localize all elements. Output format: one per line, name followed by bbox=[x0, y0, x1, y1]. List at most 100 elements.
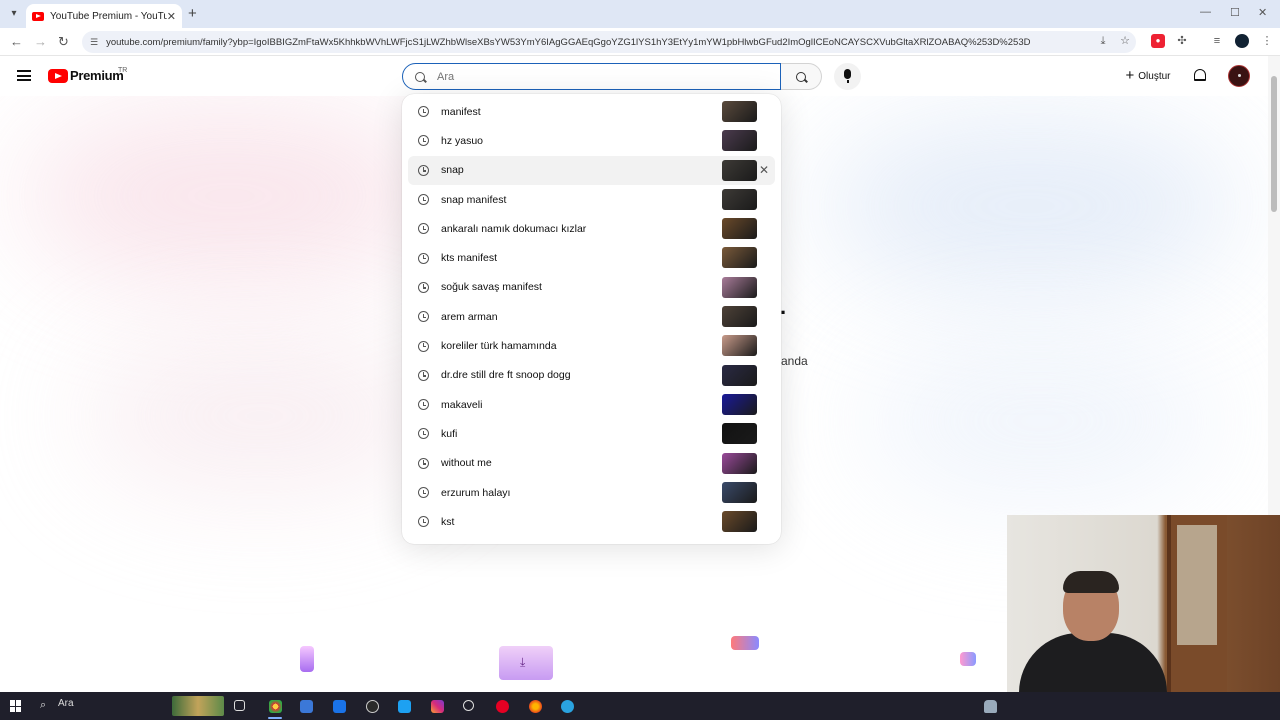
suggestion-item[interactable]: koreliler türk hamamında bbox=[402, 331, 781, 360]
maximize-icon[interactable]: ☐ bbox=[1230, 6, 1240, 19]
suggestion-thumbnail[interactable] bbox=[722, 452, 757, 474]
calendar-app-icon[interactable] bbox=[300, 700, 313, 713]
pinterest-icon[interactable] bbox=[496, 700, 509, 713]
gradient-blob bbox=[820, 116, 1240, 296]
history-icon bbox=[418, 252, 429, 264]
chatgpt-icon[interactable] bbox=[463, 700, 474, 711]
install-app-icon[interactable]: ⤓ bbox=[1096, 34, 1110, 48]
notifications-bell-icon[interactable] bbox=[1194, 69, 1206, 81]
suggestion-item[interactable]: kts manifest bbox=[402, 243, 781, 272]
bookmark-star-icon[interactable]: ☆ bbox=[1118, 34, 1132, 48]
minimize-icon[interactable]: — bbox=[1200, 6, 1211, 18]
browser-tabstrip: ▾ YouTube Premium - YouTube ✕ + — ☐ ✕ bbox=[0, 0, 1280, 28]
guide-menu-icon[interactable] bbox=[17, 70, 31, 81]
plus-icon: + bbox=[1125, 67, 1135, 84]
search-icon bbox=[415, 71, 425, 82]
suggestion-thumbnail[interactable] bbox=[722, 276, 757, 298]
suggestion-thumbnail[interactable] bbox=[722, 364, 757, 386]
app-icon[interactable] bbox=[366, 700, 379, 713]
suggestion-item[interactable]: manifest bbox=[402, 97, 781, 126]
close-tab-icon[interactable]: ✕ bbox=[167, 10, 176, 23]
suggestion-thumbnail[interactable] bbox=[722, 130, 757, 152]
region-code: TR bbox=[118, 67, 128, 74]
mail-icon[interactable] bbox=[333, 700, 346, 713]
microphone-icon bbox=[844, 69, 851, 83]
history-icon bbox=[418, 340, 429, 352]
weather-icon[interactable] bbox=[984, 700, 997, 713]
suggestion-thumbnail[interactable] bbox=[722, 188, 757, 210]
suggestion-item[interactable]: makaveli bbox=[402, 390, 781, 419]
tab-search-icon[interactable]: ▾ bbox=[6, 6, 22, 22]
search-button[interactable] bbox=[781, 63, 822, 90]
new-tab-icon[interactable]: + bbox=[188, 5, 197, 22]
suggestion-item[interactable]: snap manifest bbox=[402, 185, 781, 214]
brand-name[interactable]: Premium bbox=[70, 68, 124, 83]
forward-icon[interactable]: → bbox=[34, 34, 47, 49]
download-illustration: ⤓ bbox=[499, 646, 553, 680]
browser-tab-youtube[interactable]: YouTube Premium - YouTube ✕ bbox=[26, 4, 182, 28]
windows-taskbar: ⌕ Ara bbox=[0, 692, 1280, 720]
twitter-icon[interactable] bbox=[398, 700, 411, 713]
search-icon bbox=[796, 72, 806, 82]
remove-suggestion-icon[interactable]: ✕ bbox=[759, 163, 769, 177]
browser-toolbar: ← → ↻ ☰ youtube.com/premium/family?ybp=I… bbox=[0, 28, 1280, 56]
suggestion-item[interactable]: dr.dre still dre ft snoop dogg bbox=[402, 361, 781, 390]
close-window-icon[interactable]: ✕ bbox=[1258, 6, 1267, 19]
taskbar-search-highlight-image[interactable] bbox=[172, 696, 224, 716]
suggestion-item[interactable]: kst bbox=[402, 507, 781, 536]
account-avatar[interactable] bbox=[1228, 65, 1250, 87]
suggestion-item[interactable]: ankaralı namık dokumacı kızlar bbox=[402, 214, 781, 243]
profile-avatar-icon[interactable] bbox=[1235, 34, 1249, 48]
windows-start-icon[interactable] bbox=[10, 700, 22, 712]
scrollbar-thumb[interactable] bbox=[1271, 76, 1277, 212]
search-input[interactable] bbox=[437, 70, 757, 83]
suggestion-item[interactable]: kufi bbox=[402, 419, 781, 448]
search-suggestions-dropdown: manifest hz yasuo snap ✕ snap manifest an… bbox=[402, 94, 781, 544]
suggestion-item[interactable]: soğuk savaş manifest bbox=[402, 273, 781, 302]
suggestion-thumbnail[interactable] bbox=[722, 335, 757, 357]
browser-menu-icon[interactable]: ⋮ bbox=[1260, 34, 1274, 48]
task-view-icon[interactable] bbox=[234, 700, 245, 711]
media-control-icon[interactable]: ≡ bbox=[1210, 34, 1224, 48]
taskbar-search-icon: ⌕ bbox=[40, 699, 47, 711]
firefox-icon[interactable] bbox=[529, 700, 542, 713]
history-icon bbox=[418, 106, 429, 118]
suggestion-thumbnail[interactable] bbox=[722, 247, 757, 269]
history-icon bbox=[418, 399, 429, 411]
history-icon bbox=[418, 223, 429, 235]
create-button[interactable]: + Oluştur bbox=[1114, 64, 1182, 88]
download-icon: ⤓ bbox=[520, 655, 526, 669]
suggestion-thumbnail[interactable] bbox=[722, 481, 757, 503]
site-info-icon[interactable]: ☰ bbox=[90, 37, 98, 48]
suggestion-thumbnail[interactable] bbox=[722, 101, 757, 122]
suggestion-thumbnail[interactable] bbox=[722, 511, 757, 533]
reload-icon[interactable]: ↻ bbox=[58, 34, 69, 50]
suggestion-item-hovered[interactable]: snap ✕ bbox=[408, 155, 775, 185]
chrome-icon[interactable] bbox=[269, 700, 282, 713]
suggestion-thumbnail[interactable] bbox=[722, 159, 757, 181]
suggestion-thumbnail[interactable] bbox=[722, 306, 757, 328]
suggestion-item[interactable]: hz yasuo bbox=[402, 126, 781, 155]
suggestion-thumbnail[interactable] bbox=[722, 218, 757, 240]
search-box[interactable] bbox=[402, 63, 781, 90]
suggestion-thumbnail[interactable] bbox=[722, 423, 757, 445]
history-icon bbox=[418, 369, 429, 381]
voice-search-button[interactable] bbox=[834, 63, 861, 90]
back-icon[interactable]: ← bbox=[10, 34, 23, 49]
gradient-blob bbox=[80, 336, 440, 496]
suggestion-thumbnail[interactable] bbox=[722, 393, 757, 415]
telegram-icon[interactable] bbox=[561, 700, 574, 713]
webcam-person bbox=[1063, 571, 1119, 593]
promo-illustration bbox=[731, 636, 759, 650]
instagram-icon[interactable] bbox=[431, 700, 444, 713]
address-bar[interactable]: ☰ youtube.com/premium/family?ybp=IgoIBBI… bbox=[82, 31, 1136, 53]
suggestion-item[interactable]: arem arman bbox=[402, 302, 781, 331]
youtube-logo-icon[interactable] bbox=[48, 69, 68, 83]
suggestion-item[interactable]: without me bbox=[402, 449, 781, 478]
taskbar-search-label[interactable]: Ara bbox=[58, 698, 74, 709]
history-icon bbox=[418, 311, 429, 323]
extensions-puzzle-icon[interactable]: ✣ bbox=[1175, 34, 1189, 48]
youtube-favicon-icon bbox=[32, 11, 44, 21]
extension-icon[interactable]: ● bbox=[1151, 34, 1165, 48]
suggestion-item[interactable]: erzurum halayı bbox=[402, 478, 781, 507]
